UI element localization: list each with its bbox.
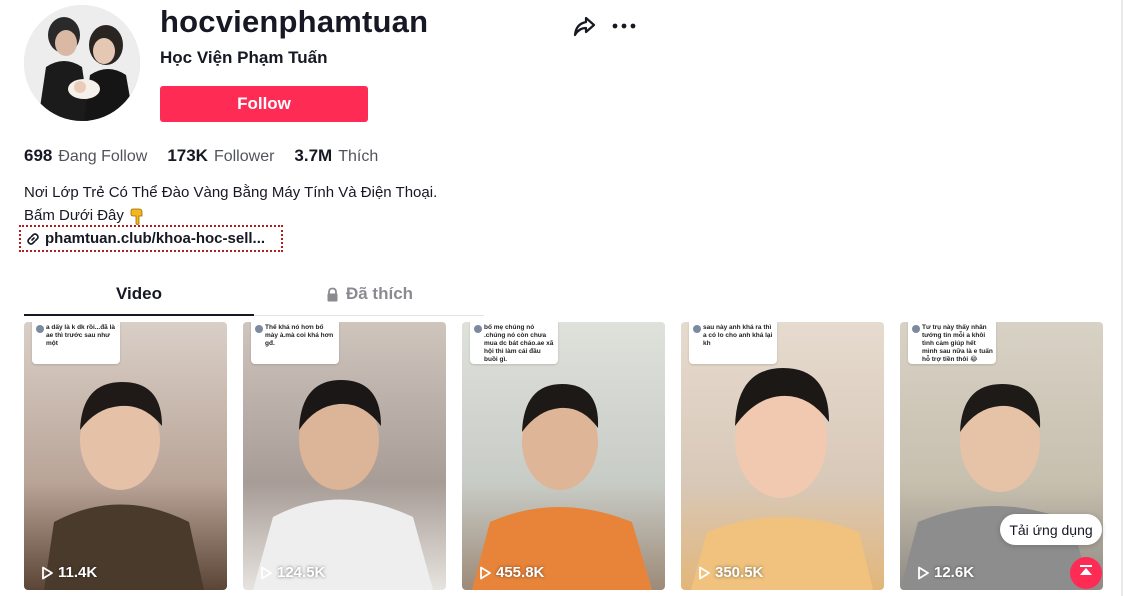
hand-down-icon: [128, 207, 146, 225]
profile-link[interactable]: phamtuan.club/khoa-hoc-sell...: [19, 225, 283, 252]
comment-bubble: Tư trụ này thấy nhân tướng tin mỗi a khô…: [908, 322, 996, 364]
bio-line-2-wrap: Bấm Dưới Đây: [24, 204, 437, 227]
video-views-count: 12.6K: [934, 564, 975, 581]
back-to-top-icon: [1078, 563, 1094, 584]
profile-username: hocvienphamtuan: [160, 4, 429, 39]
video-views: 455.8K: [478, 564, 544, 581]
play-icon: [259, 566, 273, 580]
comment-text: a dấy là k dk rồi...đã là ae thì trước s…: [46, 324, 116, 347]
video-views-count: 124.5K: [277, 564, 326, 581]
tab-liked[interactable]: Đã thích: [254, 275, 484, 313]
play-icon: [40, 566, 54, 580]
profile-bio: Nơi Lớp Trẻ Có Thể Đào Vàng Bằng Máy Tín…: [24, 181, 437, 227]
profile-link-text: phamtuan.club/khoa-hoc-sell...: [45, 230, 266, 247]
stat-following-label: Đang Follow: [58, 148, 148, 165]
follow-button[interactable]: Follow: [160, 86, 368, 122]
link-icon: [26, 232, 40, 246]
tab-video[interactable]: Video: [24, 275, 254, 313]
profile-avatar: [24, 5, 140, 121]
video-views: 11.4K: [40, 564, 97, 581]
video-views: 12.6K: [916, 564, 974, 581]
more-icon[interactable]: [610, 12, 638, 40]
video-views-count: 11.4K: [58, 564, 98, 581]
play-icon: [916, 566, 930, 580]
stat-followers[interactable]: 173K Follower: [167, 146, 274, 166]
stat-following-count: 698: [24, 146, 53, 165]
comment-avatar: [693, 325, 701, 333]
comment-text: Tư trụ này thấy nhân tướng tin mỗi a khô…: [922, 324, 993, 363]
share-icon[interactable]: [570, 12, 598, 40]
comment-bubble: sau này anh khá ra thì a có lo cho anh k…: [689, 322, 777, 364]
profile-tabs: Video Đã thích: [24, 275, 484, 316]
stat-likes-label: Thích: [338, 148, 379, 165]
tab-liked-label: Đã thích: [345, 284, 414, 303]
lock-icon: [325, 287, 340, 302]
stat-followers-label: Follower: [213, 148, 275, 165]
profile-stats: 698 Đang Follow 173K Follower 3.7M Thích: [24, 146, 398, 166]
video-card[interactable]: Thế khá nó hơn bố mày à.mà coi khá hơn g…: [243, 322, 446, 590]
tab-video-label: Video: [116, 284, 162, 303]
video-views-count: 455.8K: [496, 564, 545, 581]
video-card[interactable]: a dấy là k dk rồi...đã là ae thì trước s…: [24, 322, 227, 590]
comment-avatar: [912, 325, 920, 333]
video-views-count: 350.5K: [715, 564, 764, 581]
comment-text: sau này anh khá ra thì a có lo cho anh k…: [703, 324, 773, 347]
stat-likes-count: 3.7M: [294, 146, 333, 165]
profile-nickname: Học Viện Phạm Tuấn: [160, 48, 328, 67]
video-views: 124.5K: [259, 564, 325, 581]
bio-line-2: Bấm Dưới Đây: [24, 207, 124, 224]
video-views: 350.5K: [697, 564, 763, 581]
comment-avatar: [474, 325, 482, 333]
video-card[interactable]: sau này anh khá ra thì a có lo cho anh k…: [681, 322, 884, 590]
comment-bubble: Thế khá nó hơn bố mày à.mà coi khá hơn g…: [251, 322, 339, 364]
video-card[interactable]: Tư trụ này thấy nhân tướng tin mỗi a khô…: [900, 322, 1103, 590]
comment-text: bố mẹ chúng nó .chúng nó còn chưa mua dc…: [484, 324, 554, 363]
back-to-top-button[interactable]: [1070, 557, 1102, 589]
tab-active-indicator: [24, 314, 254, 316]
comment-avatar: [36, 325, 44, 333]
stat-following[interactable]: 698 Đang Follow: [24, 146, 147, 166]
bio-line-1: Nơi Lớp Trẻ Có Thể Đào Vàng Bằng Máy Tín…: [24, 184, 438, 201]
video-card[interactable]: bố mẹ chúng nó .chúng nó còn chưa mua dc…: [462, 322, 665, 590]
play-icon: [697, 566, 711, 580]
comment-avatar: [255, 325, 263, 333]
play-icon: [478, 566, 492, 580]
stat-likes: 3.7M Thích: [294, 146, 378, 166]
comment-bubble: bố mẹ chúng nó .chúng nó còn chưa mua dc…: [470, 322, 558, 364]
comment-text: Thế khá nó hơn bố mày à.mà coi khá hơn g…: [265, 324, 334, 347]
get-app-button[interactable]: Tải ứng dụng: [1000, 514, 1102, 545]
comment-bubble: a dấy là k dk rồi...đã là ae thì trước s…: [32, 322, 120, 364]
stat-followers-count: 173K: [167, 146, 208, 165]
